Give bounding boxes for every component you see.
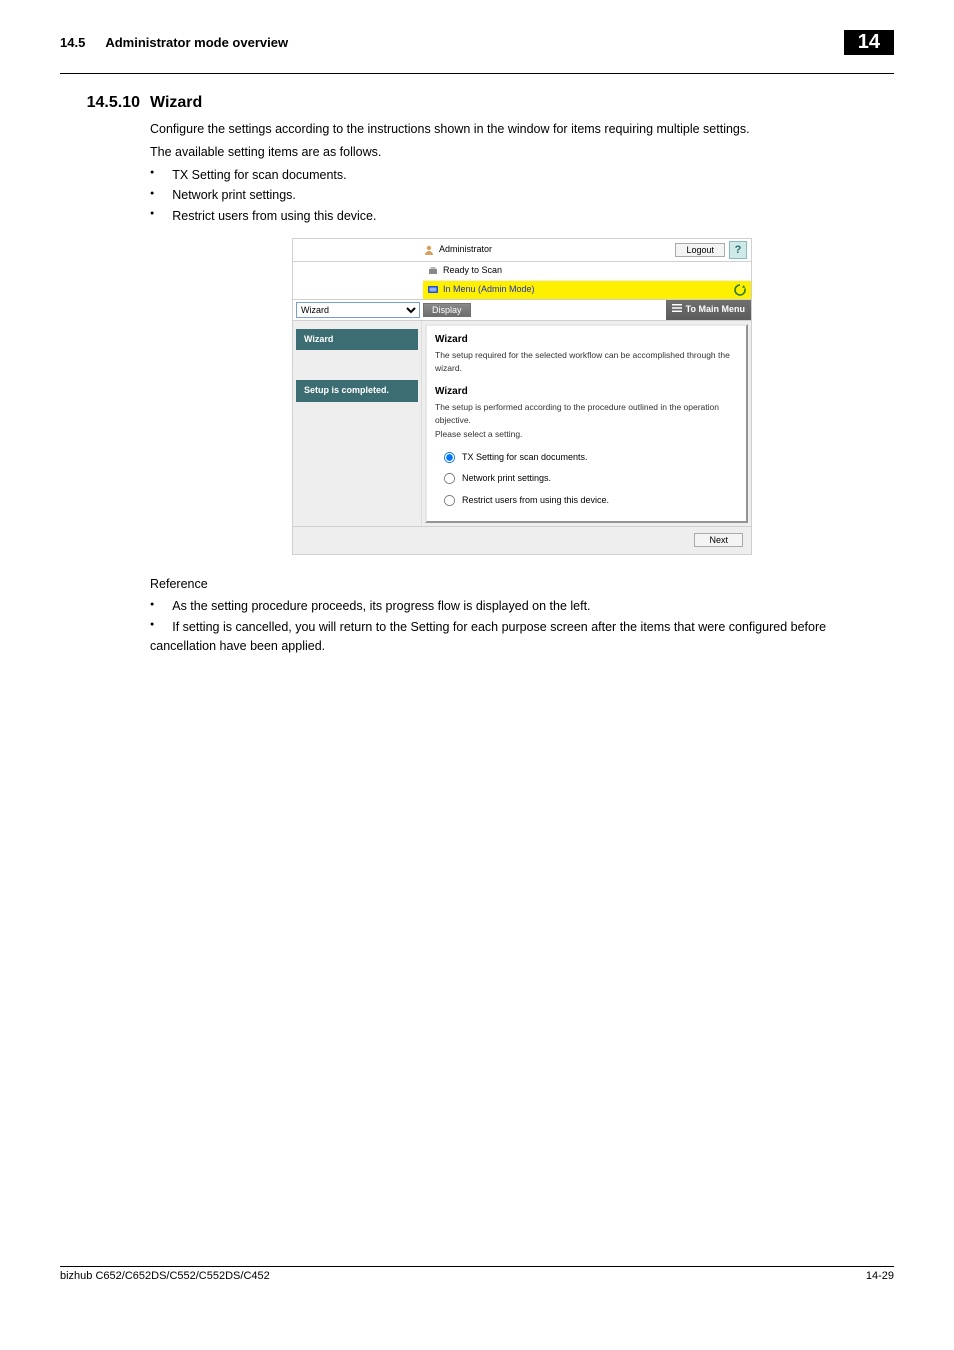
user-icon xyxy=(423,244,435,256)
list-item: Restrict users from using this device. xyxy=(150,207,894,226)
wizard-select[interactable]: Wizard xyxy=(296,302,420,318)
footer-left: bizhub C652/C652DS/C552/C552DS/C452 xyxy=(60,1270,270,1282)
tab-row: Wizard Display To Main Menu xyxy=(292,300,752,321)
sidebar-item-wizard[interactable]: Wizard xyxy=(296,329,418,351)
radio-network-print[interactable]: Network print settings. xyxy=(443,472,738,486)
sidebar-item-setup-completed[interactable]: Setup is completed. xyxy=(296,380,418,402)
header-rule xyxy=(60,73,894,74)
content-heading-1: Wizard xyxy=(435,332,738,347)
next-button[interactable]: Next xyxy=(694,533,743,547)
refresh-icon[interactable] xyxy=(733,283,747,297)
content-sub-1: The setup required for the selected work… xyxy=(435,349,738,375)
ui-topbar: Administrator Logout ? xyxy=(292,238,752,262)
ui-content: Wizard The setup required for the select… xyxy=(425,324,748,523)
radio-restrict-users[interactable]: Restrict users from using this device. xyxy=(443,494,738,508)
subsection-number: 14.5.10 xyxy=(60,94,140,112)
help-icon[interactable]: ? xyxy=(729,241,747,259)
radio-input[interactable] xyxy=(444,473,455,484)
reference-heading: Reference xyxy=(150,575,894,594)
admin-label: Administrator xyxy=(423,243,675,257)
section-number: 14.5 xyxy=(60,35,85,50)
to-main-menu-label: To Main Menu xyxy=(686,303,745,317)
panel-icon xyxy=(427,284,439,296)
ui-sidebar: Wizard Setup is completed. xyxy=(293,321,422,526)
radio-input[interactable] xyxy=(444,495,455,506)
status-row: Ready to Scan xyxy=(423,262,751,281)
radio-group: TX Setting for scan documents. Network p… xyxy=(443,451,738,508)
chapter-number-box: 14 xyxy=(844,30,894,55)
admin-text: Administrator xyxy=(439,243,492,257)
radio-input[interactable] xyxy=(444,452,455,463)
radio-label: Restrict users from using this device. xyxy=(462,494,609,508)
radio-tx-setting[interactable]: TX Setting for scan documents. xyxy=(443,451,738,465)
list-item: If setting is cancelled, you will return… xyxy=(150,618,894,656)
logout-button[interactable]: Logout xyxy=(675,243,725,257)
subsection-title: Wizard xyxy=(150,94,202,112)
radio-label: TX Setting for scan documents. xyxy=(462,451,588,465)
intro-paragraph-1: Configure the settings according to the … xyxy=(150,120,894,139)
display-button[interactable]: Display xyxy=(423,303,471,317)
intro-paragraph-2: The available setting items are as follo… xyxy=(150,143,894,162)
reference-bullet-list: As the setting procedure proceeds, its p… xyxy=(150,597,894,655)
content-heading-2: Wizard xyxy=(435,384,738,399)
footer-right: 14-29 xyxy=(866,1270,894,1282)
wizard-ui-screenshot: Administrator Logout ? Ready to Scan xyxy=(292,238,752,555)
list-item: As the setting procedure proceeds, its p… xyxy=(150,597,894,616)
mode-row: In Menu (Admin Mode) xyxy=(423,281,751,299)
page-footer: bizhub C652/C652DS/C552/C552DS/C452 14-2… xyxy=(60,1266,894,1282)
content-sub-2b: Please select a setting. xyxy=(435,428,738,441)
status-text: Ready to Scan xyxy=(443,264,502,278)
list-item: TX Setting for scan documents. xyxy=(150,166,894,185)
section-title: Administrator mode overview xyxy=(105,35,843,50)
to-main-menu-button[interactable]: To Main Menu xyxy=(666,300,751,320)
radio-label: Network print settings. xyxy=(462,472,551,486)
button-row: Next xyxy=(292,527,752,555)
list-item: Network print settings. xyxy=(150,186,894,205)
menu-icon xyxy=(672,303,682,318)
content-sub-2a: The setup is performed according to the … xyxy=(435,401,738,427)
printer-icon xyxy=(427,265,439,277)
mode-text: In Menu (Admin Mode) xyxy=(443,283,535,297)
intro-bullet-list: TX Setting for scan documents. Network p… xyxy=(150,166,894,226)
